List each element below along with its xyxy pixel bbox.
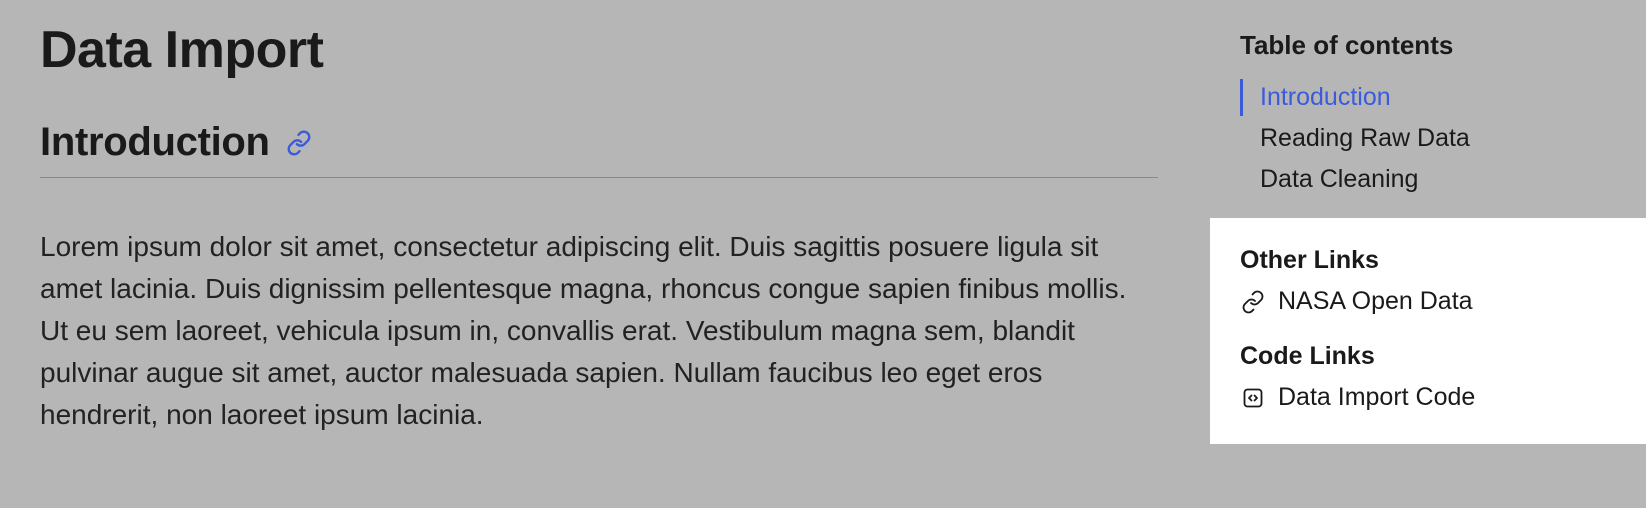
links-panel: Other Links NASA Open Data Code Links: [1210, 218, 1646, 444]
other-links-list: NASA Open Data: [1240, 285, 1616, 318]
link-icon: [1240, 289, 1266, 315]
toc-item-data-cleaning[interactable]: Data Cleaning: [1240, 159, 1616, 200]
code-links-title: Code Links: [1240, 342, 1616, 371]
main-content: Data Import Introduction Lorem ipsum dol…: [40, 20, 1160, 436]
section-heading-introduction: Introduction: [40, 120, 270, 165]
anchor-link-icon[interactable]: [286, 130, 312, 156]
toc-section: Table of contents Introduction Reading R…: [1210, 0, 1646, 218]
code-link-label: Data Import Code: [1278, 383, 1475, 412]
sidebar: Table of contents Introduction Reading R…: [1210, 0, 1646, 508]
code-links-list: Data Import Code: [1240, 381, 1616, 414]
code-links-group: Code Links Data Import Code: [1240, 342, 1616, 414]
toc-list: Introduction Reading Raw Data Data Clean…: [1240, 77, 1616, 200]
other-link-label: NASA Open Data: [1278, 287, 1473, 316]
section-heading-row: Introduction: [40, 120, 1160, 165]
other-links-group: Other Links NASA Open Data: [1240, 246, 1616, 318]
heading-divider: [40, 177, 1158, 178]
toc-title: Table of contents: [1240, 30, 1616, 61]
code-file-icon: [1240, 385, 1266, 411]
other-link-nasa-open-data[interactable]: NASA Open Data: [1240, 285, 1616, 318]
toc-item-introduction[interactable]: Introduction: [1240, 77, 1616, 118]
other-links-title: Other Links: [1240, 246, 1616, 275]
page-title: Data Import: [40, 20, 1160, 80]
code-link-data-import-code[interactable]: Data Import Code: [1240, 381, 1616, 414]
body-paragraph: Lorem ipsum dolor sit amet, consectetur …: [40, 226, 1160, 436]
toc-item-reading-raw-data[interactable]: Reading Raw Data: [1240, 118, 1616, 159]
